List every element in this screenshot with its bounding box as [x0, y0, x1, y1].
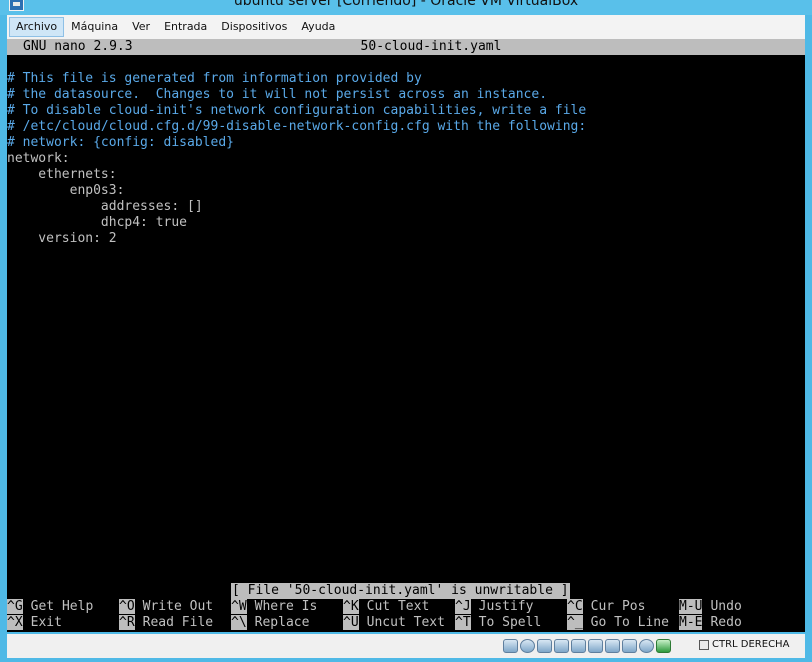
shortcut-label: Redo: [710, 615, 742, 630]
shortcut-read-file: ^R Read File: [119, 615, 213, 631]
shortcut-write-out: ^O Write Out: [119, 599, 213, 615]
code-line: enp0s3:: [7, 183, 125, 198]
shortcut-key: ^W: [231, 599, 247, 614]
menu-bar: Archivo Máquina Ver Entrada Dispositivos…: [7, 15, 805, 39]
shortcut-label: Get Help: [30, 599, 94, 614]
nano-editor-buffer[interactable]: # This file is generated from informatio…: [7, 71, 805, 247]
shortcut-label: Exit: [30, 615, 62, 630]
display-icon[interactable]: [605, 639, 620, 653]
usb-icon[interactable]: [571, 639, 586, 653]
code-line: addresses: []: [7, 199, 203, 214]
shortcut-key: ^R: [119, 615, 135, 630]
code-line: dhcp4: true: [7, 215, 188, 230]
nano-status-message: [ File '50-cloud-init.yaml' is unwritabl…: [231, 583, 570, 599]
menu-maquina[interactable]: Máquina: [64, 17, 125, 37]
code-line: ethernets:: [7, 167, 117, 182]
shortcut-label: Undo: [710, 599, 742, 614]
shortcut-key: ^X: [7, 615, 23, 630]
shortcut-label: Uncut Text: [366, 615, 445, 630]
menu-ver[interactable]: Ver: [125, 17, 157, 37]
network-icon[interactable]: [554, 639, 569, 653]
shortcut-key: ^K: [343, 599, 359, 614]
shortcut-label: Justify: [478, 599, 534, 614]
shortcut-key: ^U: [343, 615, 359, 630]
shortcut-replace: ^\ Replace: [231, 615, 309, 631]
shortcut-cut-text: ^K Cut Text: [343, 599, 429, 615]
shortcut-key: ^G: [7, 599, 23, 614]
shortcut-label: To Spell: [478, 615, 542, 630]
nano-shortcut-bar: ^G Get Help ^O Write Out ^W Where Is ^K Cut Tex…: [7, 599, 805, 631]
nano-filename: 50-cloud-init.yaml: [360, 39, 502, 54]
mouse-integration-icon[interactable]: [656, 639, 671, 653]
shortcut-label: Read File: [142, 615, 214, 630]
shortcut-key: ^O: [119, 599, 135, 614]
shortcut-uncut-text: ^U Uncut Text: [343, 615, 445, 631]
shortcut-label: Cur Pos: [590, 599, 646, 614]
code-line: # This file is generated from informatio…: [7, 71, 422, 86]
vm-status-bar: CTRL DERECHA: [7, 634, 805, 658]
code-line: # the datasource. Changes to it will not…: [7, 87, 548, 102]
shortcut-key: M-U: [679, 599, 703, 614]
shared-folder-icon[interactable]: [588, 639, 603, 653]
shortcut-key: M-E: [679, 615, 703, 630]
shortcut-cur-pos: ^C Cur Pos: [567, 599, 645, 615]
shortcut-get-help: ^G Get Help: [7, 599, 93, 615]
code-line: # To disable cloud-init's network config…: [7, 103, 587, 118]
shortcut-label: Go To Line: [590, 615, 669, 630]
menu-ayuda[interactable]: Ayuda: [294, 17, 342, 37]
shortcut-justify: ^J Justify: [455, 599, 533, 615]
shortcut-key: ^C: [567, 599, 583, 614]
code-line: # /etc/cloud/cloud.cfg.d/99-disable-netw…: [7, 119, 587, 134]
menu-entrada[interactable]: Entrada: [157, 17, 214, 37]
shortcut-label: Replace: [254, 615, 310, 630]
device-icons: [503, 639, 671, 653]
shortcut-label: Cut Text: [366, 599, 430, 614]
shortcut-key: ^_: [567, 615, 583, 630]
vm-display-terminal[interactable]: GNU nano 2.9.3 50-cloud-init.yaml # This…: [7, 39, 805, 632]
code-line: # network: {config: disabled}: [7, 135, 234, 150]
shortcut-go-to-line: ^_ Go To Line: [567, 615, 669, 631]
shortcut-label: Write Out: [142, 599, 214, 614]
keyboard-icon: [699, 640, 709, 650]
menu-dispositivos[interactable]: Dispositivos: [214, 17, 294, 37]
shortcut-undo: M-U Undo: [679, 599, 742, 615]
window-title: ubuntu server [Corriendo] - Oracle VM Vi…: [233, 0, 579, 9]
shortcut-label: Where Is: [254, 599, 318, 614]
shortcut-where-is: ^W Where Is: [231, 599, 317, 615]
menu-archivo[interactable]: Archivo: [9, 17, 65, 37]
shortcut-exit: ^X Exit: [7, 615, 62, 631]
hard-disk-icon[interactable]: [503, 639, 518, 653]
shortcut-to-spell: ^T To Spell: [455, 615, 541, 631]
recording-icon[interactable]: [639, 639, 654, 653]
host-key-label: CTRL DERECHA: [712, 639, 790, 650]
shortcut-redo: M-E Redo: [679, 615, 742, 631]
shortcut-key: ^\: [231, 615, 247, 630]
optical-drive-icon[interactable]: [520, 639, 535, 653]
audio-icon[interactable]: [537, 639, 552, 653]
window-title-bar[interactable]: ubuntu server [Corriendo] - Oracle VM Vi…: [0, 0, 812, 15]
shortcut-key: ^J: [455, 599, 471, 614]
code-line: network:: [7, 151, 70, 166]
video-capture-icon[interactable]: [622, 639, 637, 653]
shortcut-key: ^T: [455, 615, 471, 630]
code-line: version: 2: [7, 231, 117, 246]
nano-title-bar: GNU nano 2.9.3 50-cloud-init.yaml: [7, 39, 805, 55]
